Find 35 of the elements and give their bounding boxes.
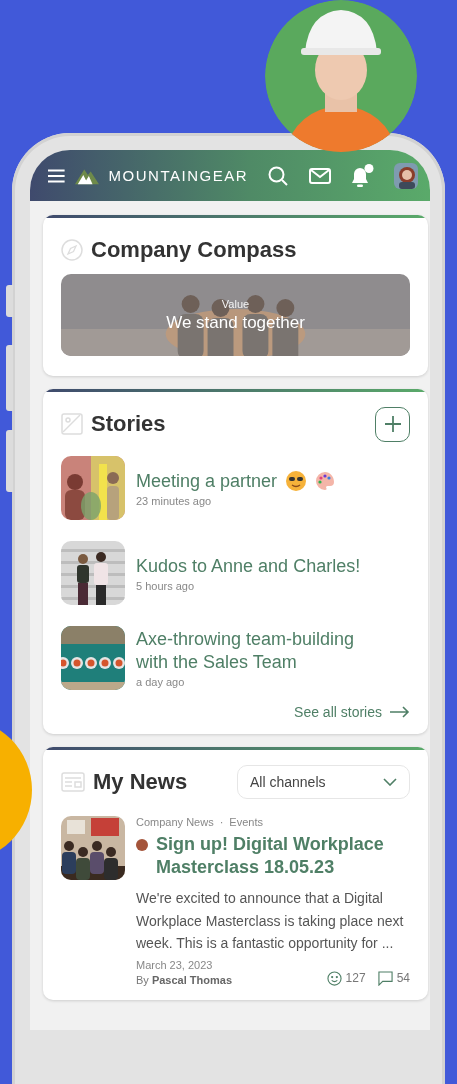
value-text: We stand together (166, 312, 305, 333)
chevron-icon (383, 778, 397, 786)
menu-icon[interactable] (48, 168, 65, 183)
story-title[interactable]: Meeting a partner (136, 469, 278, 493)
add-button[interactable] (375, 406, 410, 442)
card-title: Stories (91, 411, 167, 437)
newspaper-icon (61, 772, 85, 792)
see-all-link[interactable]: See all stories (294, 704, 410, 720)
story-time: a day ago (136, 676, 186, 688)
brand-name: MOUNTAINGEAR (108, 167, 248, 184)
reactions-count[interactable]: 127 (326, 970, 366, 986)
bell-icon[interactable] (350, 163, 374, 188)
sunglasses-face-icon (285, 470, 308, 492)
news-author: By Pascal Thomas (136, 973, 232, 986)
channel-tag[interactable]: Company News (136, 816, 214, 828)
arrow-icon (390, 706, 410, 718)
channel-tag[interactable]: Events (229, 816, 263, 828)
card-title: My News (93, 769, 189, 795)
news-excerpt: We're excited to announce that a Digital Workplace Masterclass is taking place next week. This is a fantastic opportunity for ... (136, 889, 405, 953)
separator-dot: · (219, 816, 224, 828)
image-icon (61, 413, 83, 435)
story-time: 5 hours ago (136, 579, 196, 592)
news-title[interactable]: Sign up! Digital Workplace Masterclass 18.05.23 (156, 833, 410, 879)
channel-select[interactable]: All channels (237, 765, 410, 799)
compass-icon (61, 239, 83, 261)
comments-count[interactable]: 54 (377, 970, 410, 986)
plus-icon (383, 415, 402, 433)
palette-icon (315, 471, 336, 491)
story-title[interactable]: Axe-throwing team-building with the Sales Team (136, 628, 381, 674)
card-title: Company Compass (91, 237, 298, 263)
story-title[interactable]: Kudos to Anne and Charles! (136, 554, 361, 578)
value-banner[interactable]: Value We stand together (61, 274, 410, 356)
news-date: March 23, 2023 (136, 958, 214, 971)
value-label: Value (221, 297, 250, 310)
story-time: 23 minutes ago (136, 494, 213, 507)
